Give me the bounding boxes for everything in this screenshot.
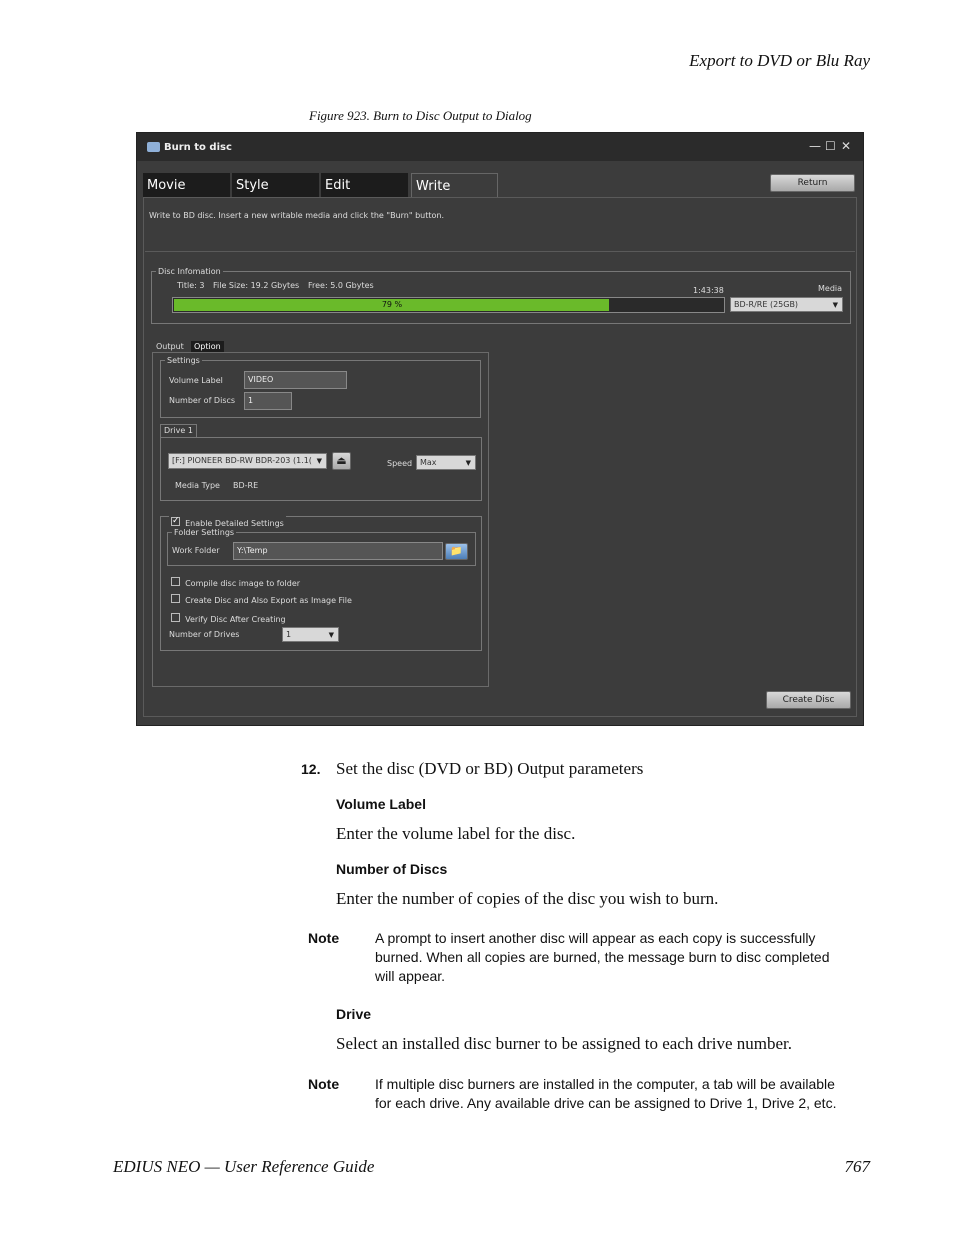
volume-label-text: Enter the volume label for the disc. bbox=[336, 824, 576, 843]
speed-value: Max bbox=[420, 458, 437, 467]
volume-label-heading: Volume Label bbox=[336, 796, 426, 812]
step-text: Set the disc (DVD or BD) Output paramete… bbox=[336, 759, 644, 778]
media-label: Media bbox=[818, 284, 843, 293]
note-text: A prompt to insert another disc will app… bbox=[375, 930, 830, 984]
progress-text: 79 % bbox=[381, 300, 403, 309]
volume-label-input[interactable]: VIDEO bbox=[244, 371, 347, 389]
drive-value: [F:] PIONEER BD-RW BDR-203 (1.1( bbox=[172, 456, 312, 465]
settings-legend: Settings bbox=[167, 356, 200, 365]
enable-detailed-label: Enable Detailed Settings bbox=[185, 519, 284, 528]
write-instruction: Write to BD disc. Insert a new writable … bbox=[149, 211, 445, 220]
create-export-checkbox[interactable] bbox=[171, 594, 180, 603]
title-bar: Burn to disc — ☐ ✕ bbox=[137, 133, 863, 161]
media-type-value: BD-RE bbox=[233, 481, 259, 490]
media-type-label: Media Type bbox=[175, 481, 220, 490]
chevron-down-icon: ▼ bbox=[832, 301, 838, 309]
verify-checkbox[interactable] bbox=[171, 613, 180, 622]
browse-folder-button[interactable]: 📁 bbox=[445, 543, 468, 560]
figure-caption: Figure 923. Burn to Disc Output to Dialo… bbox=[309, 108, 532, 123]
number-of-drives-select[interactable]: 1 ▼ bbox=[282, 627, 339, 642]
title-count: Title: 3 bbox=[177, 281, 205, 290]
disc-information-legend: Disc Infomation bbox=[158, 267, 221, 276]
enable-detailed-checkbox[interactable]: ✓ bbox=[171, 517, 180, 526]
burn-to-disc-dialog: Burn to disc — ☐ ✕ Movie Style Edit Writ… bbox=[136, 132, 864, 726]
drive-text: Select an installed disc burner to be as… bbox=[336, 1034, 793, 1053]
verify-option[interactable]: Verify Disc After Creating bbox=[171, 607, 286, 626]
file-size: File Size: 19.2 Gbytes bbox=[213, 281, 300, 290]
create-disc-button[interactable]: Create Disc bbox=[766, 691, 851, 709]
eject-icon: ⏏ bbox=[336, 454, 347, 467]
media-select[interactable]: BD-R/RE (25GB) ▼ bbox=[730, 297, 843, 312]
tab-edit[interactable]: Edit bbox=[321, 173, 408, 197]
create-export-label: Create Disc and Also Export as Image Fil… bbox=[185, 596, 352, 605]
chevron-down-icon: ▼ bbox=[328, 631, 334, 639]
disc-app-icon bbox=[147, 142, 160, 152]
speed-select[interactable]: Max ▼ bbox=[416, 455, 476, 470]
compile-checkbox[interactable] bbox=[171, 577, 180, 586]
number-of-discs-heading: Number of Discs bbox=[336, 861, 448, 877]
drive-heading: Drive bbox=[336, 1006, 372, 1022]
page-number: 767 bbox=[844, 1157, 871, 1176]
footer-title: EDIUS NEO — User Reference Guide bbox=[113, 1157, 375, 1176]
verify-label: Verify Disc After Creating bbox=[185, 615, 286, 624]
eject-button[interactable]: ⏏ bbox=[332, 452, 351, 470]
chevron-down-icon: ▼ bbox=[465, 459, 471, 467]
number-of-drives-label: Number of Drives bbox=[169, 630, 240, 639]
volume-label-label: Volume Label bbox=[169, 376, 223, 385]
disc-usage-progress: 79 % bbox=[172, 297, 725, 313]
note-label: Note bbox=[308, 1076, 340, 1092]
work-folder-input[interactable]: Y:\Temp bbox=[233, 542, 443, 560]
disc-information-group: Disc Infomation bbox=[151, 267, 851, 324]
step-number: 12. bbox=[301, 761, 321, 777]
minimize-icon[interactable]: — bbox=[809, 139, 821, 153]
tab-movie[interactable]: Movie bbox=[143, 173, 230, 197]
number-of-discs-input[interactable]: 1 bbox=[244, 392, 292, 410]
tab-style[interactable]: Style bbox=[232, 173, 319, 197]
maximize-icon[interactable]: ☐ bbox=[825, 139, 836, 153]
tab-write[interactable]: Write bbox=[411, 173, 498, 197]
dialog-title: Burn to disc bbox=[164, 142, 232, 153]
folder-settings-legend: Folder Settings bbox=[174, 528, 235, 537]
drive-select[interactable]: [F:] PIONEER BD-RW BDR-203 (1.1( ▼ bbox=[168, 453, 327, 469]
folder-icon: 📁 bbox=[450, 546, 463, 557]
tab-drive-1[interactable]: Drive 1 bbox=[160, 424, 197, 438]
return-button[interactable]: Return bbox=[770, 174, 855, 192]
number-of-discs-label: Number of Discs bbox=[169, 396, 236, 405]
note-text: If multiple disc burners are installed i… bbox=[375, 1076, 837, 1111]
free-space: Free: 5.0 Gbytes bbox=[308, 281, 374, 290]
chevron-down-icon: ▼ bbox=[316, 457, 322, 465]
duration: 1:43:38 bbox=[693, 286, 724, 295]
number-of-drives-value: 1 bbox=[286, 630, 292, 639]
note-label: Note bbox=[308, 930, 340, 946]
number-of-discs-text: Enter the number of copies of the disc y… bbox=[336, 889, 719, 908]
divider bbox=[145, 251, 855, 252]
running-header: Export to DVD or Blu Ray bbox=[689, 51, 870, 70]
create-export-option[interactable]: Create Disc and Also Export as Image Fil… bbox=[171, 588, 352, 607]
close-icon[interactable]: ✕ bbox=[841, 139, 851, 153]
media-value: BD-R/RE (25GB) bbox=[734, 300, 799, 309]
work-folder-label: Work Folder bbox=[172, 546, 220, 555]
speed-label: Speed bbox=[387, 459, 413, 468]
compile-label: Compile disc image to folder bbox=[185, 579, 301, 588]
